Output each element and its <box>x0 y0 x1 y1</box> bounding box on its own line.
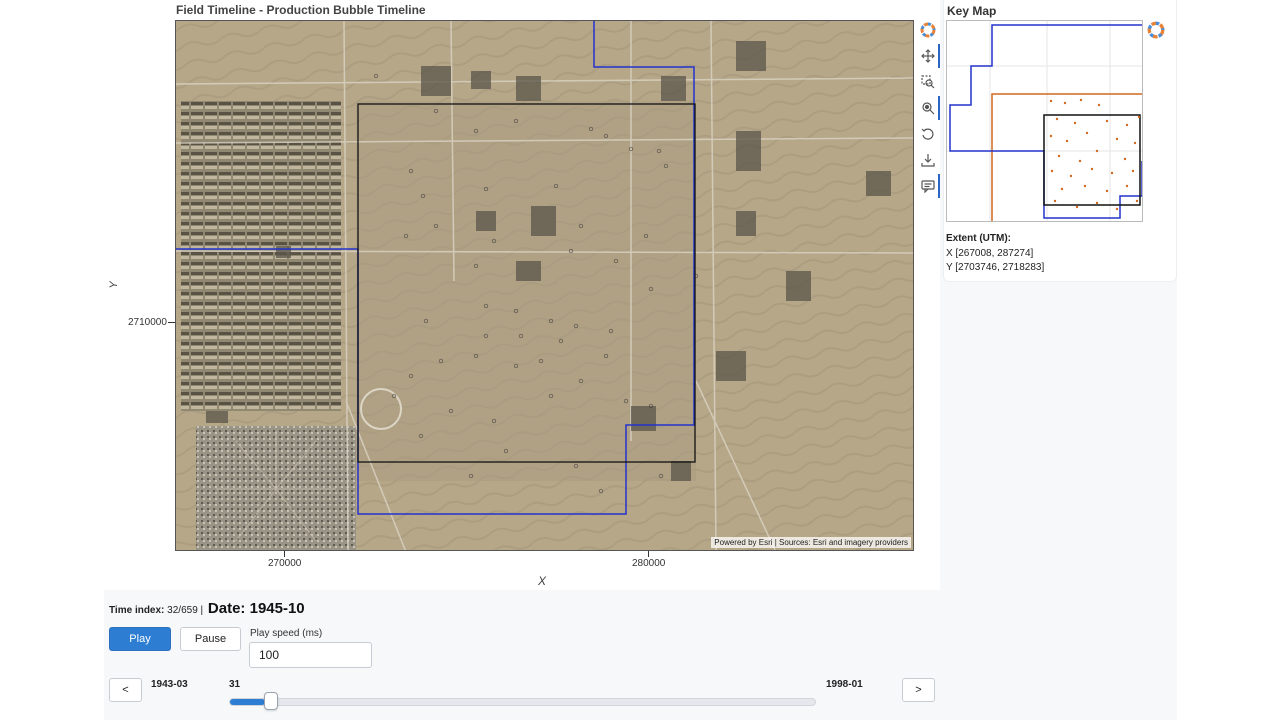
map-canvas <box>176 21 913 550</box>
time-index-value: 32/659 | <box>167 605 204 616</box>
time-slider-handle[interactable] <box>264 692 278 710</box>
extent-title: Extent (UTM): <box>946 233 1011 244</box>
box-zoom-icon[interactable] <box>918 72 938 92</box>
y-tick-label: 2710000 <box>128 317 167 328</box>
map-attribution[interactable]: Powered by Esri | Sources: Esri and imag… <box>711 537 911 548</box>
time-slider-track[interactable] <box>229 698 816 706</box>
pause-button[interactable]: Pause <box>180 627 241 651</box>
save-icon[interactable] <box>918 150 938 170</box>
play-speed-label: Play speed (ms) <box>250 628 323 639</box>
slider-start-label: 1943-03 <box>151 679 188 690</box>
x-tick-label: 280000 <box>632 558 666 569</box>
keymap-plot[interactable] <box>946 20 1143 222</box>
date-label: Date: 1945-10 <box>207 600 305 617</box>
x-axis-label: X <box>538 574 547 588</box>
time-index-label: Time index: <box>109 605 165 616</box>
slider-current-value: 31 <box>229 679 241 690</box>
plot-title: Field Timeline - Production Bubble Timel… <box>176 3 426 17</box>
hover-icon[interactable] <box>918 174 940 198</box>
keymap-bokeh-logo-icon[interactable] <box>1147 21 1165 39</box>
extent-y: Y [2703746, 2718283] <box>946 262 1045 273</box>
wheel-zoom-icon[interactable] <box>918 96 940 120</box>
prev-step-button[interactable]: < <box>109 678 142 702</box>
reset-icon[interactable] <box>918 124 938 144</box>
satellite-map[interactable]: Powered by Esri | Sources: Esri and imag… <box>175 20 914 551</box>
keymap-title: Key Map <box>947 4 997 18</box>
extent-x: X [267008, 287274] <box>946 248 1034 259</box>
plot-toolbar <box>916 18 940 208</box>
play-speed-input[interactable] <box>249 642 372 668</box>
time-index-row: Time index: 32/659 | Date: 1945-10 <box>109 600 305 617</box>
y-tick-mark <box>168 322 175 323</box>
y-axis-label: Y <box>108 281 120 289</box>
bokeh-logo-icon[interactable] <box>918 20 938 40</box>
slider-end-label: 1998-01 <box>826 679 863 690</box>
time-slider-fill <box>230 699 265 705</box>
x-tick-label: 270000 <box>268 558 302 569</box>
keymap-canvas <box>947 21 1142 221</box>
x-tick-mark <box>284 551 285 557</box>
next-step-button[interactable]: > <box>902 678 935 702</box>
x-tick-mark <box>648 551 649 557</box>
pan-icon[interactable] <box>918 44 940 68</box>
play-button[interactable]: Play <box>109 627 171 651</box>
